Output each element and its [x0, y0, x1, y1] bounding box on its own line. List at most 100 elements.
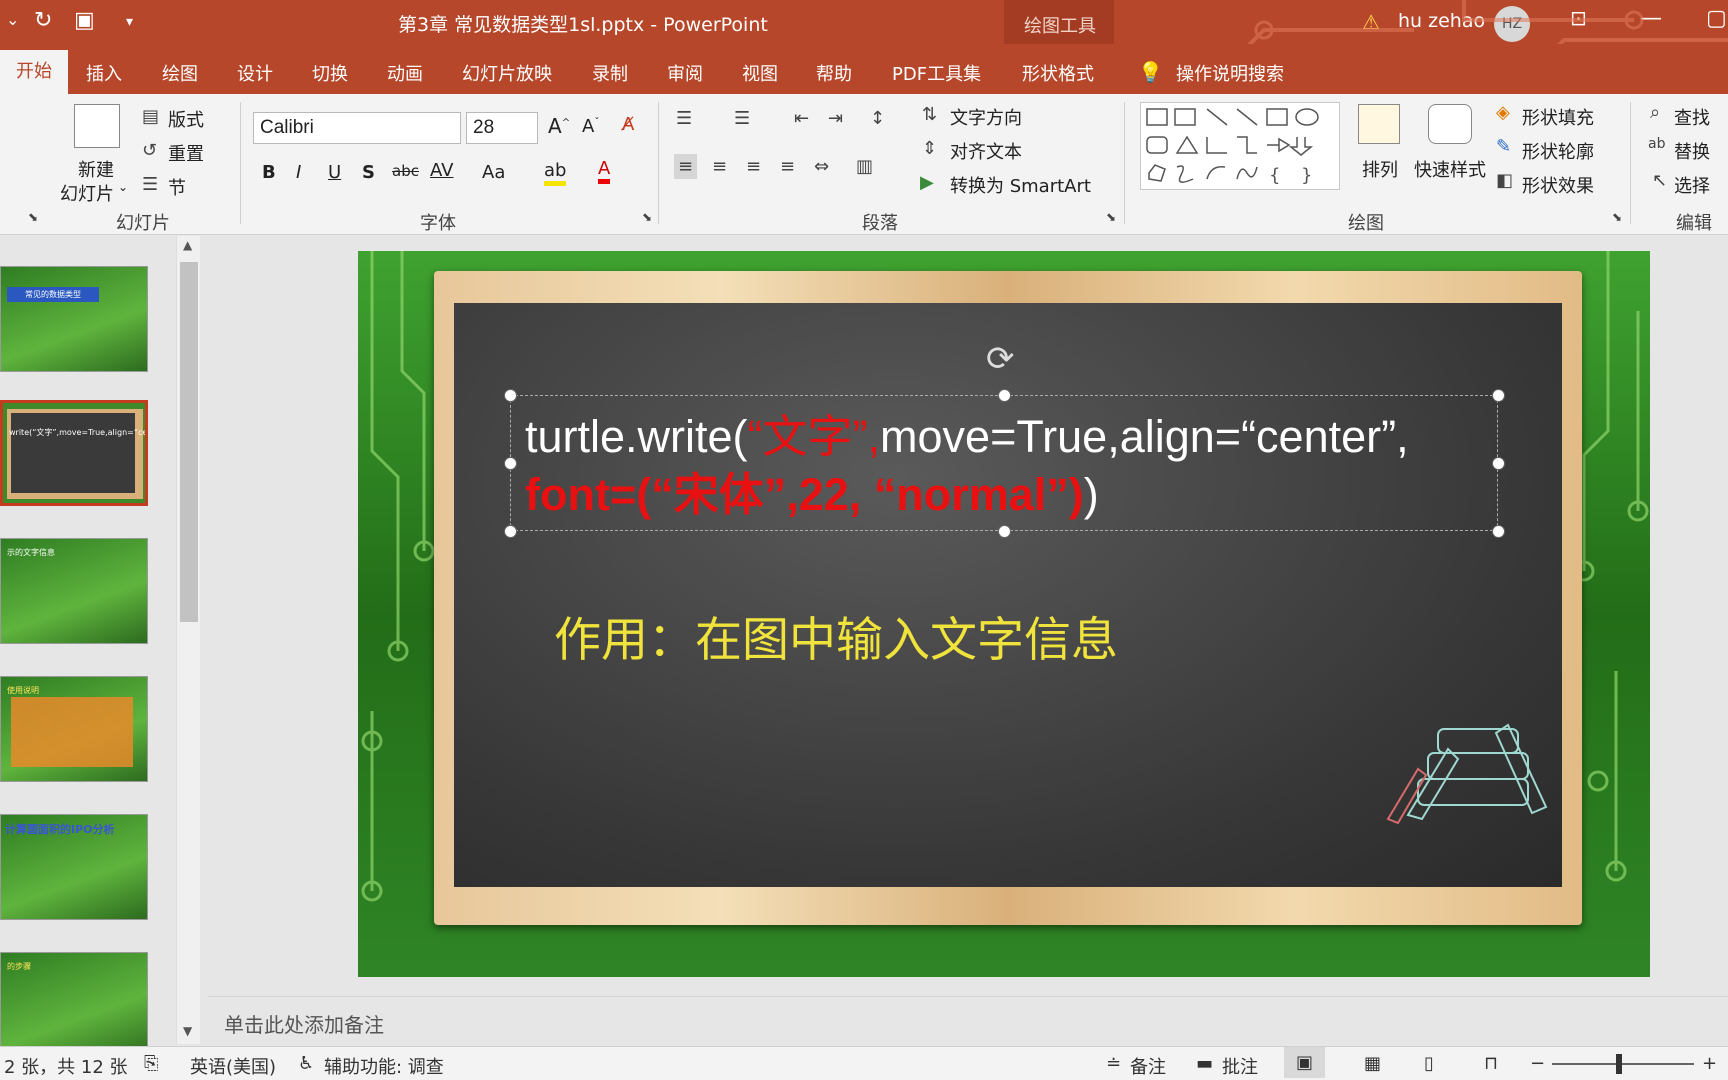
font-name-combo[interactable]: Calibri — [253, 112, 461, 144]
scroll-up-icon[interactable]: ▲ — [183, 238, 192, 252]
scroll-thumb[interactable] — [180, 262, 198, 622]
find-icon[interactable]: ⌕ — [1650, 102, 1660, 123]
lightbulb-icon[interactable]: 💡 — [1138, 60, 1163, 84]
zoom-slider[interactable] — [1552, 1063, 1694, 1065]
distribute-icon[interactable]: ⇔ — [814, 156, 829, 177]
redo-icon[interactable]: ↻ — [34, 8, 52, 33]
layout-button[interactable]: 版式 — [168, 106, 204, 132]
tell-me-search[interactable]: 操作说明搜索 — [1176, 60, 1284, 86]
shape-fill-icon[interactable]: ◈ — [1496, 102, 1510, 123]
comments-button[interactable]: 批注 — [1222, 1053, 1258, 1079]
quick-styles-icon[interactable] — [1428, 104, 1472, 144]
resize-handle[interactable] — [998, 525, 1011, 538]
accessibility-status[interactable]: 辅助功能: 调查 — [324, 1053, 444, 1079]
smartart-icon[interactable]: ▶ — [920, 172, 934, 193]
resize-handle[interactable] — [1492, 457, 1505, 470]
quick-styles-button[interactable]: 快速样式 — [1414, 156, 1486, 182]
slide-thumbnail[interactable]: 使用说明 — [0, 676, 148, 782]
change-case-button[interactable]: Aa — [482, 162, 505, 183]
section-icon[interactable]: ☰ — [142, 174, 158, 195]
layout-icon[interactable]: ▤ — [142, 106, 159, 127]
font-color-icon[interactable]: A — [598, 158, 611, 184]
zoom-slider-knob[interactable] — [1616, 1054, 1622, 1074]
clear-formatting-icon[interactable]: A̸ — [622, 114, 634, 135]
scroll-down-icon[interactable]: ▼ — [183, 1024, 192, 1038]
notes-pane[interactable]: 单击此处添加备注 — [208, 996, 1728, 1046]
select-button[interactable]: 选择 — [1674, 172, 1710, 198]
new-slide-button[interactable]: 新建 — [78, 156, 114, 182]
text-direction-button[interactable]: 文字方向 — [950, 104, 1022, 130]
qat-dropdown-icon[interactable]: ⌄ — [6, 10, 19, 29]
customize-qat-icon[interactable]: ▾ — [126, 14, 133, 30]
replace-button[interactable]: 替换 — [1674, 138, 1710, 164]
rotate-handle-icon[interactable]: ⟳ — [986, 339, 1015, 379]
tab-help[interactable]: 帮助 — [816, 60, 852, 86]
slideshow-icon[interactable]: ⊓ — [1484, 1053, 1498, 1074]
dialog-launcher-icon[interactable]: ⬊ — [642, 210, 652, 224]
caption-text[interactable]: 作用：在图中输入文字信息 — [554, 601, 1118, 670]
shape-outline-button[interactable]: 形状轮廓 — [1522, 138, 1594, 164]
align-center-icon[interactable]: ≡ — [712, 156, 727, 177]
notes-icon[interactable]: ≐ — [1106, 1053, 1121, 1074]
resize-handle[interactable] — [504, 457, 517, 470]
align-text-button[interactable]: 对齐文本 — [950, 138, 1022, 164]
start-from-beginning-icon[interactable]: ▣ — [74, 8, 95, 33]
resize-handle[interactable] — [998, 389, 1011, 402]
reset-icon[interactable]: ↺ — [142, 140, 157, 161]
decrease-indent-icon[interactable]: ⇤ — [794, 108, 809, 129]
numbering-icon[interactable]: ☰ — [734, 108, 750, 129]
slide-thumbnail[interactable]: 常见的数据类型 — [0, 266, 148, 372]
dialog-launcher-icon[interactable]: ⬊ — [1106, 210, 1116, 224]
notes-button[interactable]: 备注 — [1130, 1053, 1166, 1079]
underline-button[interactable]: U — [328, 162, 341, 183]
resize-handle[interactable] — [504, 389, 517, 402]
text-direction-icon[interactable]: ⇅ — [922, 104, 937, 125]
decrease-font-icon[interactable]: Aˇ — [582, 116, 599, 137]
section-button[interactable]: 节 — [168, 174, 186, 200]
line-spacing-icon[interactable]: ↕ — [870, 108, 885, 129]
bold-button[interactable]: B — [262, 162, 276, 183]
comments-icon[interactable]: ▬ — [1196, 1053, 1213, 1074]
accessibility-icon[interactable]: ♿ — [298, 1053, 314, 1074]
tab-home[interactable]: 开始 — [0, 50, 68, 94]
shape-effects-button[interactable]: 形状效果 — [1522, 172, 1594, 198]
char-spacing-button[interactable]: AV — [430, 160, 453, 181]
slide-thumbnail[interactable]: 的步骤 — [0, 952, 148, 1058]
shape-effects-icon[interactable]: ◧ — [1496, 170, 1513, 191]
thumbnail-scrollbar[interactable]: ▲ ▼ — [176, 236, 200, 1044]
language-status[interactable]: 英语(美国) — [190, 1053, 276, 1079]
tab-animations[interactable]: 动画 — [387, 60, 423, 86]
slide-thumbnail[interactable]: 示的文字信息 — [0, 538, 148, 644]
columns-icon[interactable]: ▥ — [856, 156, 873, 177]
code-text-box[interactable]: turtle.write(“文字”,move=True,align=“cente… — [504, 389, 1505, 538]
new-slide-button-label[interactable]: 幻灯片 — [60, 180, 114, 206]
zoom-out-icon[interactable]: − — [1530, 1053, 1545, 1074]
tab-slideshow[interactable]: 幻灯片放映 — [462, 60, 552, 86]
strikethrough-button[interactable]: abc — [392, 162, 419, 180]
resize-handle[interactable] — [1492, 525, 1505, 538]
resize-handle[interactable] — [504, 525, 517, 538]
dialog-launcher-icon[interactable]: ⬊ — [28, 210, 38, 224]
highlight-icon[interactable]: ab — [544, 160, 567, 186]
reading-view-icon[interactable]: ▯ — [1424, 1053, 1434, 1074]
resize-handle[interactable] — [1492, 389, 1505, 402]
bullets-icon[interactable]: ☰ — [676, 108, 692, 129]
zoom-in-icon[interactable]: + — [1702, 1053, 1717, 1074]
align-left-icon[interactable]: ≡ — [674, 154, 698, 179]
tab-review[interactable]: 审阅 — [667, 60, 703, 86]
tab-shape-format[interactable]: 形状格式 — [1022, 60, 1094, 86]
tab-design[interactable]: 设计 — [237, 60, 273, 86]
shapes-gallery[interactable]: {} — [1140, 102, 1340, 190]
align-text-icon[interactable]: ⇕ — [922, 138, 937, 159]
tab-view[interactable]: 视图 — [742, 60, 778, 86]
dialog-launcher-icon[interactable]: ⬊ — [1612, 210, 1622, 224]
tab-draw[interactable]: 绘图 — [162, 60, 198, 86]
reset-button[interactable]: 重置 — [168, 140, 204, 166]
italic-button[interactable]: I — [296, 162, 301, 183]
tab-pdf-tools[interactable]: PDF工具集 — [892, 60, 981, 86]
slide-thumbnail[interactable]: 计算圆面积的IPO分析 — [0, 814, 148, 920]
arrange-button[interactable]: 排列 — [1362, 156, 1398, 182]
tab-transitions[interactable]: 切换 — [312, 60, 348, 86]
tab-record[interactable]: 录制 — [592, 60, 628, 86]
shape-outline-icon[interactable]: ✎ — [1496, 136, 1511, 157]
